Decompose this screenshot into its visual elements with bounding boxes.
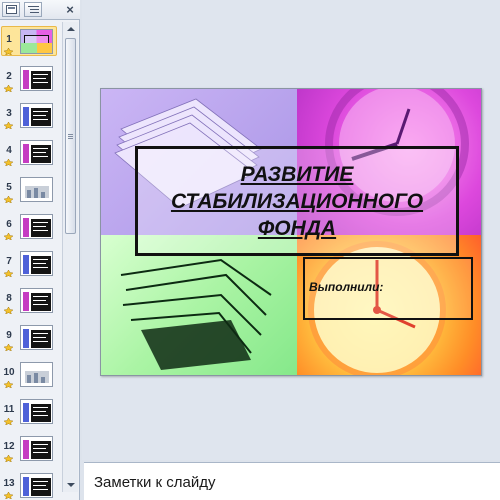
slide-thumbnail-pane: × 1 2 3 4 5 6 7 8 9 10 11 12 13 bbox=[0, 0, 80, 500]
animation-star-icon bbox=[4, 85, 13, 92]
animation-star-icon bbox=[4, 381, 13, 388]
slide-thumbnail-image bbox=[20, 66, 53, 91]
slide-number: 13 bbox=[3, 478, 15, 489]
slide-thumbnail-image bbox=[20, 473, 53, 498]
slide-title: РАЗВИТИЕ СТАБИЛИЗАЦИОННОГО ФОНДА bbox=[170, 163, 424, 240]
slide-thumbnail-image bbox=[20, 29, 53, 54]
slide-thumbnail-5[interactable]: 5 bbox=[0, 170, 62, 204]
slide-number: 7 bbox=[6, 256, 12, 267]
animation-star-icon bbox=[4, 455, 13, 462]
slide-thumbnail-11[interactable]: 11 bbox=[0, 392, 62, 426]
scrollbar-thumb[interactable] bbox=[65, 38, 76, 234]
slides-tab[interactable] bbox=[2, 2, 20, 17]
animation-star-icon bbox=[4, 233, 13, 240]
slide-thumbnail-image bbox=[20, 177, 53, 202]
notes-pane[interactable]: Заметки к слайду bbox=[84, 462, 500, 500]
slide-thumbnail-13[interactable]: 13 bbox=[0, 466, 62, 500]
slide-thumbnail-image bbox=[20, 251, 53, 276]
slide-thumbnail-image bbox=[20, 362, 53, 387]
animation-star-icon bbox=[4, 122, 13, 129]
slide-thumbnail-image bbox=[20, 399, 53, 424]
slide-thumbnail-6[interactable]: 6 bbox=[0, 207, 62, 241]
slide-thumbnail-image bbox=[20, 436, 53, 461]
slide-subtitle: Выполнили: bbox=[309, 280, 384, 294]
animation-star-icon bbox=[4, 344, 13, 351]
slides-tab-icon bbox=[6, 5, 17, 14]
slide-number: 12 bbox=[3, 441, 15, 452]
slide-thumbnail-7[interactable]: 7 bbox=[0, 244, 62, 278]
slide-thumbnail-image bbox=[20, 288, 53, 313]
slide-thumbnail-1[interactable]: 1 bbox=[0, 22, 62, 56]
slide-number: 4 bbox=[6, 145, 12, 156]
animation-star-icon bbox=[4, 307, 13, 314]
papers-illustration-green bbox=[120, 258, 272, 370]
scroll-up-arrow-icon[interactable] bbox=[64, 22, 78, 36]
slide-editing-area: РАЗВИТИЕ СТАБИЛИЗАЦИОННОГО ФОНДА Выполни… bbox=[82, 0, 500, 460]
slide-thumbnail-image bbox=[20, 103, 53, 128]
animation-star-icon bbox=[4, 270, 13, 277]
slide-thumbnail-10[interactable]: 10 bbox=[0, 355, 62, 389]
slide-number: 2 bbox=[6, 71, 12, 82]
slide-thumbnail-image bbox=[20, 140, 53, 165]
animation-star-icon bbox=[4, 48, 13, 55]
animation-star-icon bbox=[4, 159, 13, 166]
slide-thumbnail-image bbox=[20, 325, 53, 350]
notes-placeholder: Заметки к слайду bbox=[94, 474, 216, 491]
animation-star-icon bbox=[4, 492, 13, 499]
outline-tab[interactable] bbox=[24, 2, 42, 17]
slide-number: 3 bbox=[6, 108, 12, 119]
slide-thumbnail-list: 1 2 3 4 5 6 7 8 9 10 11 12 13 bbox=[0, 22, 62, 500]
slide-subtitle-placeholder[interactable]: Выполнили: bbox=[303, 257, 473, 320]
slide-number: 6 bbox=[6, 219, 12, 230]
slide-number: 8 bbox=[6, 293, 12, 304]
slide-number: 11 bbox=[3, 404, 15, 415]
close-pane-button[interactable]: × bbox=[62, 2, 78, 18]
thumbnail-scrollbar[interactable] bbox=[62, 22, 78, 492]
scroll-down-arrow-icon[interactable] bbox=[64, 478, 78, 492]
slide-number: 9 bbox=[6, 330, 12, 341]
slide-thumbnail-8[interactable]: 8 bbox=[0, 281, 62, 315]
outline-tab-icon bbox=[28, 6, 39, 13]
slide-thumbnail-2[interactable]: 2 bbox=[0, 59, 62, 93]
slide-title-placeholder[interactable]: РАЗВИТИЕ СТАБИЛИЗАЦИОННОГО ФОНДА bbox=[135, 146, 459, 256]
slide-thumbnail-9[interactable]: 9 bbox=[0, 318, 62, 352]
slide-number: 5 bbox=[6, 182, 12, 193]
slide-thumbnail-4[interactable]: 4 bbox=[0, 133, 62, 167]
slide-number: 10 bbox=[3, 367, 15, 378]
animation-star-icon bbox=[4, 196, 13, 203]
slide-thumbnail-image bbox=[20, 214, 53, 239]
slide-thumbnail-3[interactable]: 3 bbox=[0, 96, 62, 130]
slide-thumbnail-12[interactable]: 12 bbox=[0, 429, 62, 463]
papers-image-green bbox=[101, 235, 297, 375]
slide-number: 1 bbox=[6, 34, 12, 45]
animation-star-icon bbox=[4, 418, 13, 425]
pane-tab-bar: × bbox=[0, 0, 80, 20]
current-slide[interactable]: РАЗВИТИЕ СТАБИЛИЗАЦИОННОГО ФОНДА Выполни… bbox=[100, 88, 482, 376]
